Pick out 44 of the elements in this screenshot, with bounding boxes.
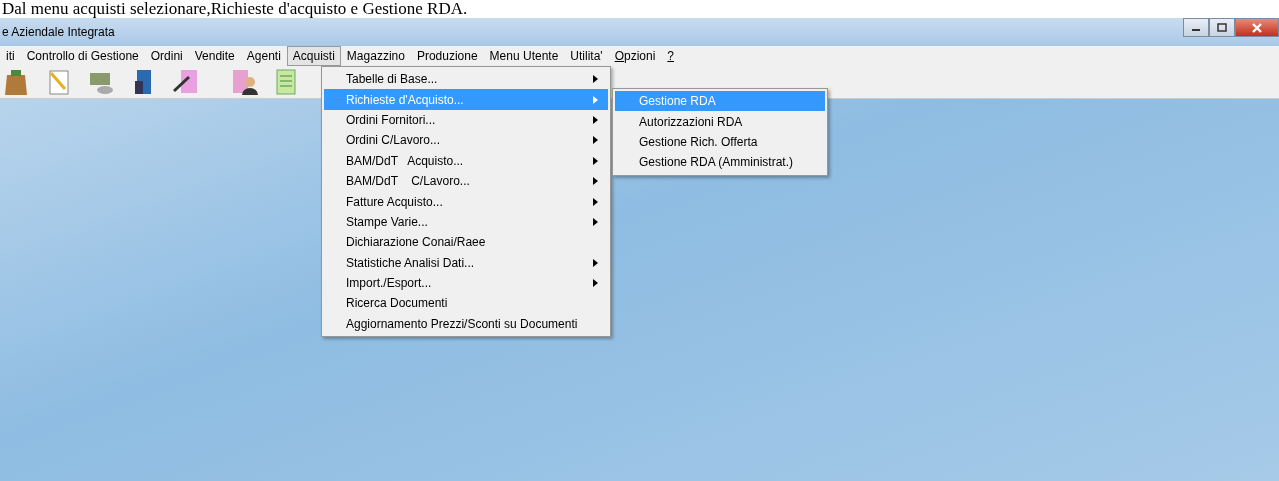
menu-bar-item[interactable]: Vendite [188,46,241,66]
submenu-arrow-icon [593,217,598,226]
submenu-arrow-icon [593,156,598,165]
menu-item[interactable]: Gestione RDA (Amministrat.) [615,152,825,173]
menu-item[interactable]: BAM/DdT C/Lavoro... [324,170,608,192]
submenu-arrow-icon [593,136,598,145]
submenu-arrow-icon [593,75,598,84]
menu-item[interactable]: Ordini Fornitori... [324,109,608,131]
submenu-arrow-icon [593,258,598,267]
close-button[interactable] [1235,18,1279,37]
close-icon [1251,22,1263,33]
menu-bar-item[interactable]: Agenti [240,46,287,66]
menu-item[interactable]: Dichiarazione Conai/Raee [324,232,608,253]
menu-item[interactable]: Stampe Varie... [324,211,608,233]
maximize-icon [1217,23,1227,32]
menu-item[interactable]: Autorizzazioni RDA [615,111,825,132]
menu-item[interactable]: Tabelle di Base... [324,69,608,90]
submenu-arrow-icon [593,177,598,186]
submenu-arrow-icon [593,95,598,104]
menu-item[interactable]: Ricerca Documenti [324,293,608,314]
menu-bar-item[interactable]: Opzioni [608,46,662,66]
window-title: e Aziendale Integrata [1,25,115,39]
menu-item[interactable]: BAM/DdT Acquisto... [324,150,608,171]
submenu-arrow-icon [593,197,598,206]
menu-bar-item[interactable]: Produzione [410,46,484,66]
menu-item[interactable]: Aggiornamento Prezzi/Sconti su Documenti [324,313,608,335]
menu-item[interactable]: Gestione Rich. Offerta [615,131,825,153]
menu-bar-item[interactable]: Ordini [144,46,189,66]
menu-item[interactable]: Statistiche Analisi Dati... [324,252,608,273]
caption-text: Dal menu acquisti selezionare,Richieste d'acquisto e Gestione RDA. [1,0,469,18]
menu-item[interactable]: Fatture Acquisto... [324,191,608,212]
minimize-button[interactable] [1183,18,1209,37]
menu-bar-item[interactable]: Controllo di Gestione [20,46,145,66]
submenu-arrow-icon [593,115,598,124]
menu-bar-item[interactable]: Utilita' [564,46,609,66]
menu-bar-item[interactable]: iti [0,46,21,66]
menu-bar-item[interactable]: ? [661,46,680,66]
menu-bar-item[interactable]: Menu Utente [483,46,565,66]
menu-item[interactable]: Import./Esport... [324,272,608,294]
submenu-arrow-icon [593,279,598,288]
maximize-button[interactable] [1209,18,1235,37]
menu-bar-item[interactable]: Acquisti [286,46,341,66]
menu-bar-item[interactable]: Magazzino [340,46,411,66]
menu-item[interactable]: Ordini C/Lavoro... [324,130,608,151]
